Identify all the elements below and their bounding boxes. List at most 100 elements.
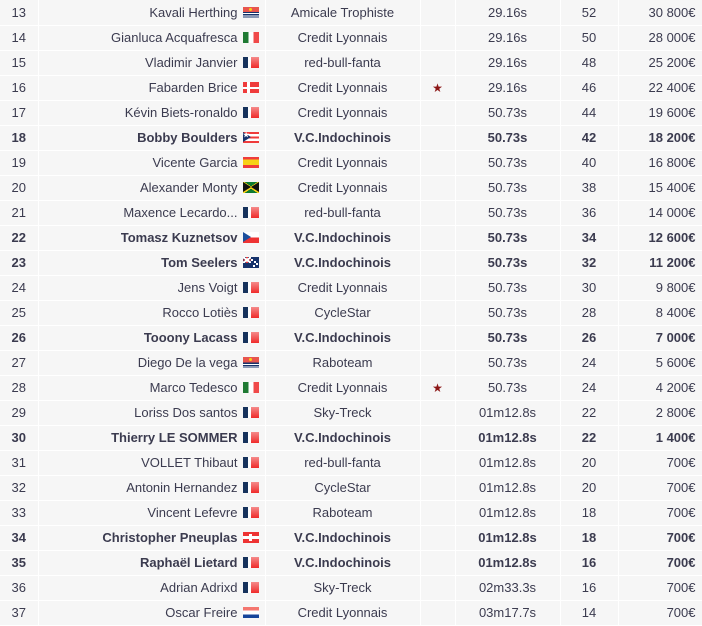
table-row[interactable]: 21 Maxence Lecardo... red-bull-fanta 50.73s…	[0, 200, 702, 226]
star-marker-cell	[420, 350, 456, 376]
table-row[interactable]: 37 Oscar Freire Credit Lyonnais 03m17.7s 14 7…	[0, 600, 702, 626]
flag-france-icon	[242, 582, 259, 593]
prize-money-cell: 22 400€	[618, 75, 702, 101]
team-name-cell[interactable]: CycleStar	[265, 300, 421, 326]
table-row[interactable]: 19 Vicente Garcia Credit Lyonnais 50.73s 40 1…	[0, 150, 702, 176]
table-row[interactable]: 17 Kévin Biets-ronaldo Credit Lyonnais 50.7…	[0, 100, 702, 126]
team-name-cell[interactable]: Credit Lyonnais	[265, 150, 421, 176]
rider-name-cell[interactable]: Vincent Lefevre	[38, 500, 266, 526]
team-name-cell[interactable]: red-bull-fanta	[265, 200, 421, 226]
table-row[interactable]: 25 Rocco Lotiès CycleStar 50.73s 28 8 400€	[0, 300, 702, 326]
rider-name-cell[interactable]: Bobby Boulders	[38, 125, 266, 151]
team-name-cell[interactable]: V.C.Indochinois	[265, 525, 421, 551]
table-row[interactable]: 23 Tom Seelers V.C.Indochinois 50.73s 32 11 2…	[0, 250, 702, 276]
table-row[interactable]: 15 Vladimir Janvier red-bull-fanta 29.16s 48…	[0, 50, 702, 76]
rider-name-cell[interactable]: Gianluca Acquafresca	[38, 25, 266, 51]
rider-name-label: Christopher Pneuplas	[102, 530, 238, 545]
points-cell: 46	[560, 75, 619, 101]
rider-name-cell[interactable]: Loriss Dos santos	[38, 400, 266, 426]
points-cell: 28	[560, 300, 619, 326]
rider-name-cell[interactable]: Antonin Hernandez	[38, 475, 266, 501]
table-row[interactable]: 35 Raphaël Lietard V.C.Indochinois 01m12.8s…	[0, 550, 702, 576]
rider-name-cell[interactable]: Kévin Biets-ronaldo	[38, 100, 266, 126]
time-cell: 50.73s	[455, 225, 561, 251]
team-name-cell[interactable]: V.C.Indochinois	[265, 325, 421, 351]
rider-name-cell[interactable]: Raphaël Lietard	[38, 550, 266, 576]
table-row[interactable]: 33 Vincent Lefevre Raboteam 01m12.8s 18 700€	[0, 500, 702, 526]
time-cell: 50.73s	[455, 250, 561, 276]
time-cell: 29.16s	[455, 0, 561, 26]
table-row[interactable]: 28 Marco Tedesco Credit Lyonnais ★ 50.73s 24 4…	[0, 375, 702, 401]
team-name-cell[interactable]: V.C.Indochinois	[265, 425, 421, 451]
rider-name-label: Gianluca Acquafresca	[111, 30, 238, 45]
table-row[interactable]: 24 Jens Voigt Credit Lyonnais 50.73s 30 9 800…	[0, 275, 702, 301]
team-name-cell[interactable]: Credit Lyonnais	[265, 600, 421, 626]
team-name-cell[interactable]: V.C.Indochinois	[265, 250, 421, 276]
team-name-cell[interactable]: Credit Lyonnais	[265, 375, 421, 401]
rider-name-cell[interactable]: Jens Voigt	[38, 275, 266, 301]
team-name-cell[interactable]: Credit Lyonnais	[265, 75, 421, 101]
rider-name-cell[interactable]: Marco Tedesco	[38, 375, 266, 401]
table-row[interactable]: 31 VOLLET Thibaut red-bull-fanta 01m12.8s 20…	[0, 450, 702, 476]
rider-name-cell[interactable]: Thierry LE SOMMER	[38, 425, 266, 451]
team-name-cell[interactable]: Sky-Treck	[265, 400, 421, 426]
rider-name-cell[interactable]: Oscar Freire	[38, 600, 266, 626]
rider-name-cell[interactable]: Diego De la vega	[38, 350, 266, 376]
star-marker-cell	[420, 325, 456, 351]
table-row[interactable]: 27 Diego De la vega Raboteam 50.73s 24 5 600€	[0, 350, 702, 376]
rider-name-cell[interactable]: Vicente Garcia	[38, 150, 266, 176]
rank-cell: 20	[0, 175, 39, 201]
team-name-cell[interactable]: Credit Lyonnais	[265, 275, 421, 301]
points-cell: 26	[560, 325, 619, 351]
rider-name-cell[interactable]: Tooony Lacass	[38, 325, 266, 351]
rider-name-cell[interactable]: Rocco Lotiès	[38, 300, 266, 326]
table-row[interactable]: 16 Fabarden Brice Credit Lyonnais ★ 29.16s 46…	[0, 75, 702, 101]
rider-name-cell[interactable]: VOLLET Thibaut	[38, 450, 266, 476]
table-row[interactable]: 36 Adrian Adrixd Sky-Treck 02m33.3s 16 700€	[0, 575, 702, 601]
rank-cell: 27	[0, 350, 39, 376]
star-marker-cell: ★	[420, 75, 456, 101]
table-row[interactable]: 34 Christopher Pneuplas V.C.Indochinois 01m…	[0, 525, 702, 551]
table-row[interactable]: 32 Antonin Hernandez CycleStar 01m12.8s 20 70…	[0, 475, 702, 501]
rider-name-label: Vladimir Janvier	[145, 55, 238, 70]
rider-name-cell[interactable]: Adrian Adrixd	[38, 575, 266, 601]
team-name-cell[interactable]: V.C.Indochinois	[265, 550, 421, 576]
rider-name-cell[interactable]: Christopher Pneuplas	[38, 525, 266, 551]
team-name-cell[interactable]: V.C.Indochinois	[265, 125, 421, 151]
star-marker-cell	[420, 550, 456, 576]
team-name-cell[interactable]: Raboteam	[265, 350, 421, 376]
points-cell: 30	[560, 275, 619, 301]
table-row[interactable]: 29 Loriss Dos santos Sky-Treck 01m12.8s 22 2 …	[0, 400, 702, 426]
team-name-cell[interactable]: Credit Lyonnais	[265, 175, 421, 201]
team-name-cell[interactable]: V.C.Indochinois	[265, 225, 421, 251]
team-name-cell[interactable]: red-bull-fanta	[265, 450, 421, 476]
table-row[interactable]: 26 Tooony Lacass V.C.Indochinois 50.73s 26 7 …	[0, 325, 702, 351]
time-cell: 50.73s	[455, 275, 561, 301]
rider-name-cell[interactable]: Maxence Lecardo...	[38, 200, 266, 226]
table-row[interactable]: 18 Bobby Boulders V.C.Indochinois 50.73s421…	[0, 125, 702, 151]
star-marker-cell	[420, 50, 456, 76]
table-row[interactable]: 30 Thierry LE SOMMER V.C.Indochinois 01m12.…	[0, 425, 702, 451]
rider-name-cell[interactable]: Vladimir Janvier	[38, 50, 266, 76]
table-row[interactable]: 20 Alexander Monty Credit Lyonnais 50.73s 38…	[0, 175, 702, 201]
team-name-cell[interactable]: Credit Lyonnais	[265, 25, 421, 51]
team-name-cell[interactable]: Credit Lyonnais	[265, 100, 421, 126]
rider-name-cell[interactable]: Fabarden Brice	[38, 75, 266, 101]
table-row[interactable]: 22 Tomasz Kuznetsov V.C.Indochinois 50.73s 3…	[0, 225, 702, 251]
rider-name-cell[interactable]: Alexander Monty	[38, 175, 266, 201]
table-row[interactable]: 13 Kavali Herthing Amicale Trophiste 29.16s…	[0, 0, 702, 26]
team-name-cell[interactable]: CycleStar	[265, 475, 421, 501]
team-name-cell[interactable]: red-bull-fanta	[265, 50, 421, 76]
table-row[interactable]: 14 Gianluca Acquafresca Credit Lyonnais 29.…	[0, 25, 702, 51]
rider-name-cell[interactable]: Tom Seelers	[38, 250, 266, 276]
rider-name-cell[interactable]: Kavali Herthing	[38, 0, 266, 26]
points-cell: 38	[560, 175, 619, 201]
team-name-cell[interactable]: Amicale Trophiste	[265, 0, 421, 26]
team-name-cell[interactable]: Raboteam	[265, 500, 421, 526]
time-cell: 50.73s	[455, 100, 561, 126]
rider-name-cell[interactable]: Tomasz Kuznetsov	[38, 225, 266, 251]
points-cell: 20	[560, 475, 619, 501]
team-name-cell[interactable]: Sky-Treck	[265, 575, 421, 601]
prize-money-cell: 5 600€	[618, 350, 702, 376]
prize-money-cell: 14 000€	[618, 200, 702, 226]
